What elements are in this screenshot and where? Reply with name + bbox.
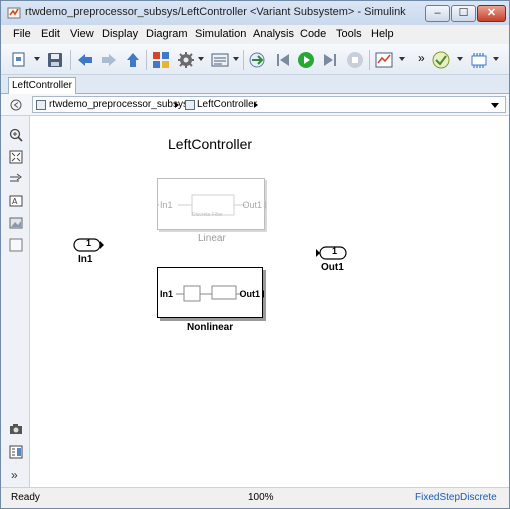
outport-block[interactable]	[315, 246, 347, 260]
menu-bar: File Edit View Display Diagram Simulatio…	[1, 25, 509, 44]
menu-tools[interactable]: Tools	[336, 28, 362, 40]
simulink-window: rtwdemo_preprocessor_subsys/LeftControll…	[0, 0, 510, 509]
linear-out-port-label: Out1	[242, 200, 262, 210]
settings-dropdown-icon[interactable]	[198, 57, 204, 61]
linear-subsystem-block[interactable]: In1 Out1 Discrete Filter	[157, 178, 266, 230]
camera-icon[interactable]	[9, 422, 23, 436]
model-title: LeftController	[168, 136, 253, 152]
check-icon[interactable]	[432, 51, 450, 69]
fit-to-view-icon[interactable]	[9, 150, 23, 164]
breadcrumb-separator-icon[interactable]	[175, 102, 179, 108]
discrete-filter-label: Discrete Filter	[192, 212, 223, 218]
back-icon[interactable]	[76, 51, 94, 69]
model-browser-icon[interactable]	[9, 445, 23, 459]
arrow-icon[interactable]	[9, 172, 23, 186]
toolbar: »	[1, 44, 509, 75]
breadcrumb-root[interactable]: rtwdemo_preprocessor_subsys	[49, 99, 188, 110]
image-icon[interactable]	[9, 216, 23, 230]
status-ready: Ready	[11, 492, 40, 503]
up-icon[interactable]	[124, 51, 142, 69]
tool-palette: A »	[1, 116, 30, 487]
check-dropdown-icon[interactable]	[457, 57, 463, 61]
scope-dropdown-icon[interactable]	[399, 57, 405, 61]
solver-link[interactable]: FixedStepDiscrete	[415, 492, 497, 503]
configuration-dropdown-icon[interactable]	[233, 57, 239, 61]
menu-analysis[interactable]: Analysis	[253, 28, 294, 40]
status-bar: Ready 100% FixedStepDiscrete	[1, 487, 509, 508]
minimize-button[interactable]: –	[425, 5, 450, 22]
menu-simulation[interactable]: Simulation	[195, 28, 246, 40]
forward-icon[interactable]	[100, 51, 118, 69]
new-model-icon[interactable]	[11, 51, 29, 69]
outport-label: Out1	[321, 262, 344, 273]
menu-diagram[interactable]: Diagram	[146, 28, 188, 40]
subsystem-icon	[185, 100, 195, 110]
model-icon	[36, 100, 46, 110]
breadcrumb-separator-icon[interactable]	[254, 102, 258, 108]
step-forward-icon[interactable]	[321, 51, 339, 69]
nonlinear-block-label: Nonlinear	[187, 322, 234, 333]
model-configuration-icon[interactable]	[211, 51, 229, 69]
more-icon[interactable]: »	[418, 51, 425, 65]
address-bar-row: rtwdemo_preprocessor_subsys LeftControll…	[1, 94, 509, 116]
nonlinear-subsystem-block[interactable]: In1 Out1	[157, 267, 264, 318]
simulink-app-icon	[7, 7, 21, 19]
settings-gear-icon[interactable]	[177, 51, 195, 69]
annotation-icon[interactable]: A	[9, 194, 23, 208]
run-icon[interactable]	[297, 51, 315, 69]
new-model-dropdown-icon[interactable]	[34, 57, 40, 61]
breadcrumb: rtwdemo_preprocessor_subsys LeftControll…	[32, 96, 506, 113]
zoom-level: 100%	[248, 492, 274, 503]
nonlinear-in-port-label: In1	[160, 289, 174, 299]
save-icon[interactable]	[46, 51, 64, 69]
area-icon[interactable]	[9, 238, 23, 252]
svg-text:A: A	[12, 197, 18, 206]
menu-help[interactable]: Help	[371, 28, 394, 40]
menu-code[interactable]: Code	[300, 28, 326, 40]
menu-view[interactable]: View	[70, 28, 94, 40]
menu-display[interactable]: Display	[102, 28, 138, 40]
maximize-button[interactable]: ☐	[451, 5, 476, 22]
menu-file[interactable]: File	[13, 28, 31, 40]
build-icon[interactable]	[470, 51, 488, 69]
model-canvas[interactable]: LeftController 1 In1 1 Out1 In1 Out1 Dis…	[30, 116, 509, 487]
linear-in-port-label: In1	[160, 200, 173, 210]
stop-icon[interactable]	[346, 51, 364, 69]
title-bar: rtwdemo_preprocessor_subsys/LeftControll…	[1, 1, 509, 25]
update-model-icon[interactable]	[248, 51, 266, 69]
inport-label: In1	[78, 254, 93, 265]
window-title: rtwdemo_preprocessor_subsys/LeftControll…	[25, 6, 406, 18]
menu-edit[interactable]: Edit	[41, 28, 60, 40]
library-browser-icon[interactable]	[152, 51, 170, 69]
expand-icon[interactable]: »	[11, 468, 18, 482]
breadcrumb-current[interactable]: LeftController	[197, 99, 257, 110]
breadcrumb-dropdown-icon[interactable]	[491, 103, 499, 108]
linear-block-label: Linear	[198, 233, 226, 244]
scope-icon[interactable]	[375, 51, 393, 69]
build-dropdown-icon[interactable]	[493, 57, 499, 61]
outport-number: 1	[332, 246, 338, 256]
tab-leftcontroller[interactable]: LeftController	[8, 77, 76, 95]
close-button[interactable]: ✕	[477, 5, 506, 22]
nonlinear-out-port-label: Out1	[239, 289, 260, 299]
step-back-icon[interactable]	[274, 51, 292, 69]
tab-strip: LeftController	[1, 75, 509, 95]
hide-browser-icon[interactable]	[10, 99, 22, 111]
zoom-in-icon[interactable]	[9, 128, 23, 142]
inport-number: 1	[86, 238, 92, 248]
